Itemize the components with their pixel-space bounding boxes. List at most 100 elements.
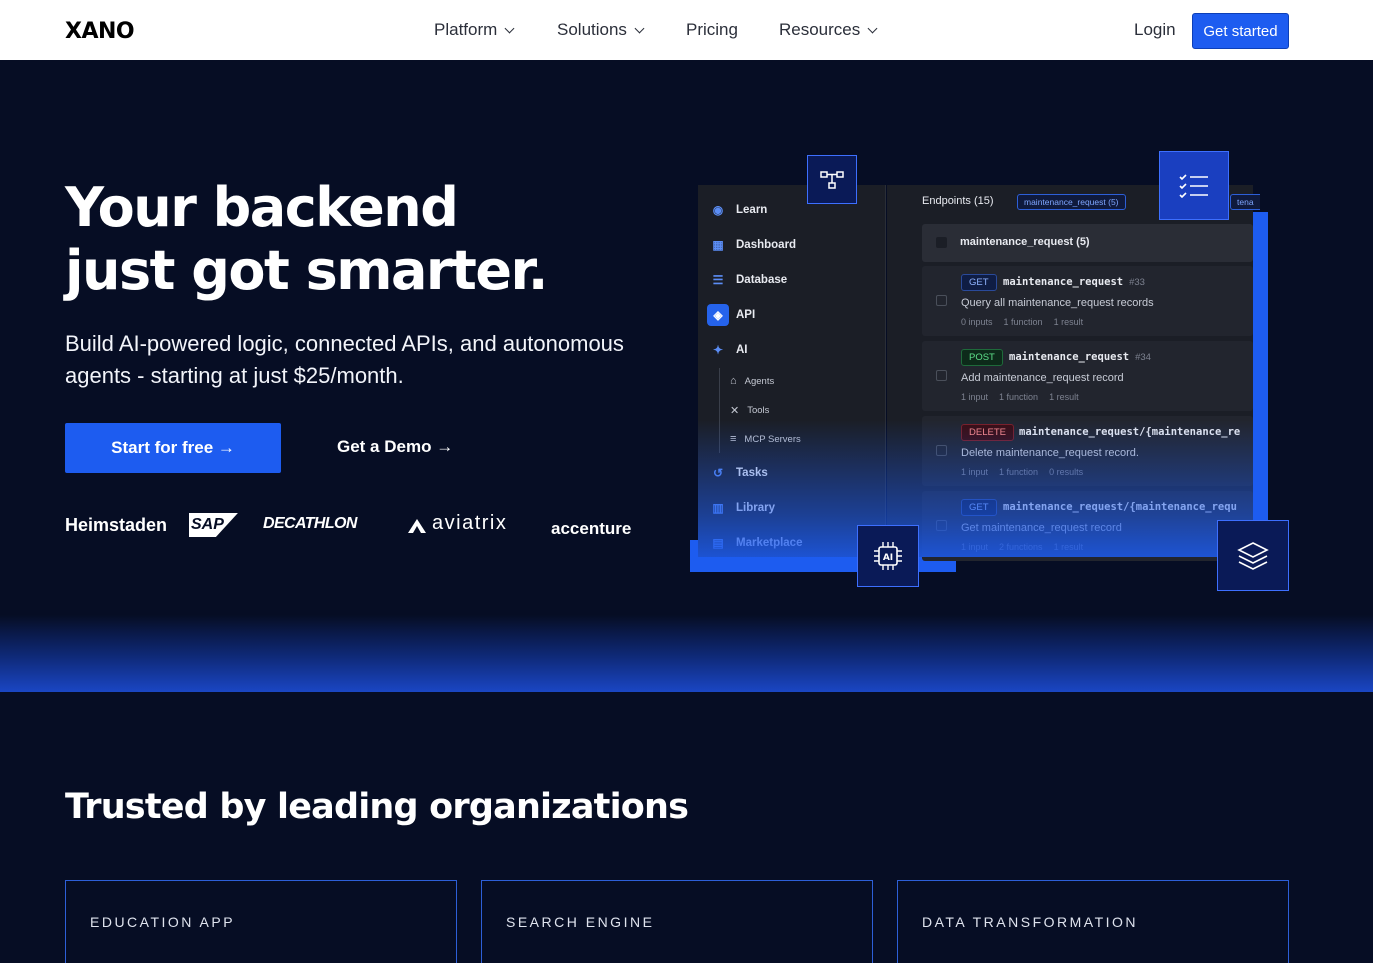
checklist-icon-box (1159, 151, 1229, 220)
group-checkbox[interactable] (936, 237, 947, 248)
endpoints-heading: Endpoints (15) (922, 195, 994, 207)
endpoint-row[interactable]: POST maintenance_request #34 Add maintena… (922, 341, 1253, 411)
endpoint-path: maintenance_request/{maintenance_re (1019, 426, 1241, 438)
endpoint-checkbox[interactable] (936, 445, 947, 456)
endpoint-id: #33 (1129, 277, 1145, 288)
hero-title: Your backend just got smarter. (65, 176, 548, 302)
sidebar-item-label: Learn (736, 204, 768, 216)
case-card-label: SEARCH ENGINE (506, 914, 655, 930)
endpoint-checkbox[interactable] (936, 520, 947, 531)
mockup-sidebar: ◉ Learn ▦ Dashboard ☰ Database ◈ API ✦ A… (698, 185, 886, 557)
endpoint-name: maintenance_request #33 (1003, 276, 1145, 288)
meta-functions: 1 function (999, 392, 1039, 402)
meta-functions: 2 functions (999, 542, 1043, 552)
nav-solutions-label: Solutions (557, 20, 627, 39)
brand-logos: Heimstaden SAP DECATHLON aviatrix accent… (65, 510, 635, 540)
aviatrix-logo: aviatrix (432, 512, 508, 534)
endpoint-description: Delete maintenance_request record. (961, 447, 1139, 459)
heimstaden-logo: Heimstaden (65, 515, 168, 535)
workflow-icon-box (807, 155, 857, 204)
sidebar-item-learn[interactable]: ◉ Learn (710, 202, 768, 218)
endpoint-description: Query all maintenance_request records (961, 297, 1154, 309)
login-link[interactable]: Login (1134, 20, 1176, 40)
endpoint-description: Get maintenance_request record (961, 522, 1122, 534)
trusted-heading: Trusted by leading organizations (65, 787, 689, 827)
server-icon: ≡ (730, 433, 737, 445)
case-card-label: DATA TRANSFORMATION (922, 914, 1139, 930)
endpoints-panel: Endpoints (15) maintenance_request (5) t… (887, 185, 1260, 561)
meta-results: 1 result (1053, 542, 1084, 552)
meta-inputs: 1 input (961, 467, 989, 477)
ai-chip-icon-box: AI (857, 525, 919, 587)
nav-platform[interactable]: Platform (434, 20, 515, 40)
sidebar-item-label: Database (736, 274, 788, 286)
endpoint-checkbox[interactable] (936, 370, 947, 381)
meta-results: 0 results (1049, 467, 1084, 477)
sidebar-item-label: Tasks (736, 467, 768, 479)
sidebar-item-marketplace[interactable]: ▤ Marketplace (710, 535, 802, 551)
sidebar-item-agents[interactable]: ⌂ Agents (730, 375, 774, 387)
endpoint-name: maintenance_request #34 (1009, 351, 1151, 363)
sparkle-icon: ✦ (712, 343, 724, 357)
svg-text:AI: AI (883, 553, 893, 563)
endpoint-row[interactable]: DELETE maintenance_request/{maintenance_… (922, 416, 1253, 486)
meta-inputs: 1 input (961, 392, 989, 402)
checklist-icon (1179, 173, 1208, 198)
nav-pricing[interactable]: Pricing (686, 20, 738, 40)
nav-solutions[interactable]: Solutions (557, 20, 645, 40)
sidebar-item-mcp-servers[interactable]: ≡ MCP Servers (730, 433, 801, 445)
case-card-education[interactable]: EDUCATION APP (65, 880, 457, 963)
sidebar-item-tasks[interactable]: ↺ Tasks (710, 465, 768, 481)
nav-pricing-label: Pricing (686, 20, 738, 39)
endpoint-meta: 1 input 1 function 1 result (961, 392, 1090, 402)
http-verb-badge: DELETE (961, 424, 1014, 441)
filter-chip[interactable]: tena (1230, 194, 1260, 210)
tools-icon: ✕ (730, 405, 740, 417)
sidebar-item-library[interactable]: ▥ Library (710, 500, 775, 516)
sidebar-item-label: AI (736, 344, 748, 356)
sidebar-item-tools[interactable]: ✕ Tools (730, 404, 769, 417)
endpoint-meta: 1 input 1 function 0 results (961, 467, 1094, 477)
endpoint-row[interactable]: GET maintenance_request #33 Query all mai… (922, 266, 1253, 336)
dashboard-icon: ▦ (712, 238, 724, 252)
sidebar-tree-line (719, 368, 720, 453)
endpoint-path: maintenance_request/{maintenance_requ (1003, 501, 1237, 513)
sidebar-item-label: Agents (744, 375, 775, 387)
sidebar-item-dashboard[interactable]: ▦ Dashboard (710, 237, 796, 253)
sidebar-item-api[interactable]: ◈ API (707, 304, 755, 326)
meta-results: 1 result (1049, 392, 1079, 402)
endpoint-group-row[interactable]: maintenance_request (5) (922, 224, 1253, 262)
sidebar-item-label: Tools (747, 405, 770, 416)
get-started-button[interactable]: Get started (1192, 13, 1289, 49)
endpoint-path: maintenance_request (1009, 351, 1130, 363)
filter-chip[interactable]: maintenance_request (5) (1017, 194, 1126, 210)
chevron-down-icon (634, 23, 645, 33)
xano-logo[interactable]: XANO (65, 19, 135, 44)
nav-resources-label: Resources (779, 20, 861, 39)
nav-resources[interactable]: Resources (779, 20, 878, 40)
http-verb-badge: POST (961, 349, 1003, 366)
http-verb-badge: GET (961, 499, 997, 516)
top-navbar: XANO Platform Solutions Pricing Resource… (0, 0, 1373, 60)
meta-functions: 1 function (1003, 317, 1043, 327)
endpoint-name: maintenance_request/{maintenance_re (1019, 426, 1240, 438)
case-card-search[interactable]: SEARCH ENGINE (481, 880, 873, 963)
start-for-free-button[interactable]: Start for free → (65, 423, 281, 473)
case-card-data-transformation[interactable]: DATA TRANSFORMATION (897, 880, 1289, 963)
sidebar-item-label: MCP Servers (744, 433, 801, 445)
endpoint-path: maintenance_request (1003, 276, 1124, 288)
aviatrix-mark-icon (408, 519, 426, 533)
sidebar-item-label: Dashboard (736, 239, 797, 251)
get-a-demo-link[interactable]: Get a Demo → (337, 437, 453, 457)
endpoint-row[interactable]: GET maintenance_request/{maintenance_req… (922, 491, 1253, 561)
endpoint-name: maintenance_request/{maintenance_requ (1003, 501, 1237, 513)
endpoint-checkbox[interactable] (936, 295, 947, 306)
compass-icon: ◉ (712, 203, 724, 217)
sidebar-item-ai[interactable]: ✦ AI (710, 342, 748, 358)
workflow-icon (820, 170, 844, 189)
http-verb-badge: GET (961, 274, 997, 291)
sap-logo: SAP (189, 513, 238, 537)
layers-icon (1237, 541, 1269, 570)
history-icon: ↺ (712, 466, 724, 480)
sidebar-item-database[interactable]: ☰ Database (710, 272, 788, 288)
